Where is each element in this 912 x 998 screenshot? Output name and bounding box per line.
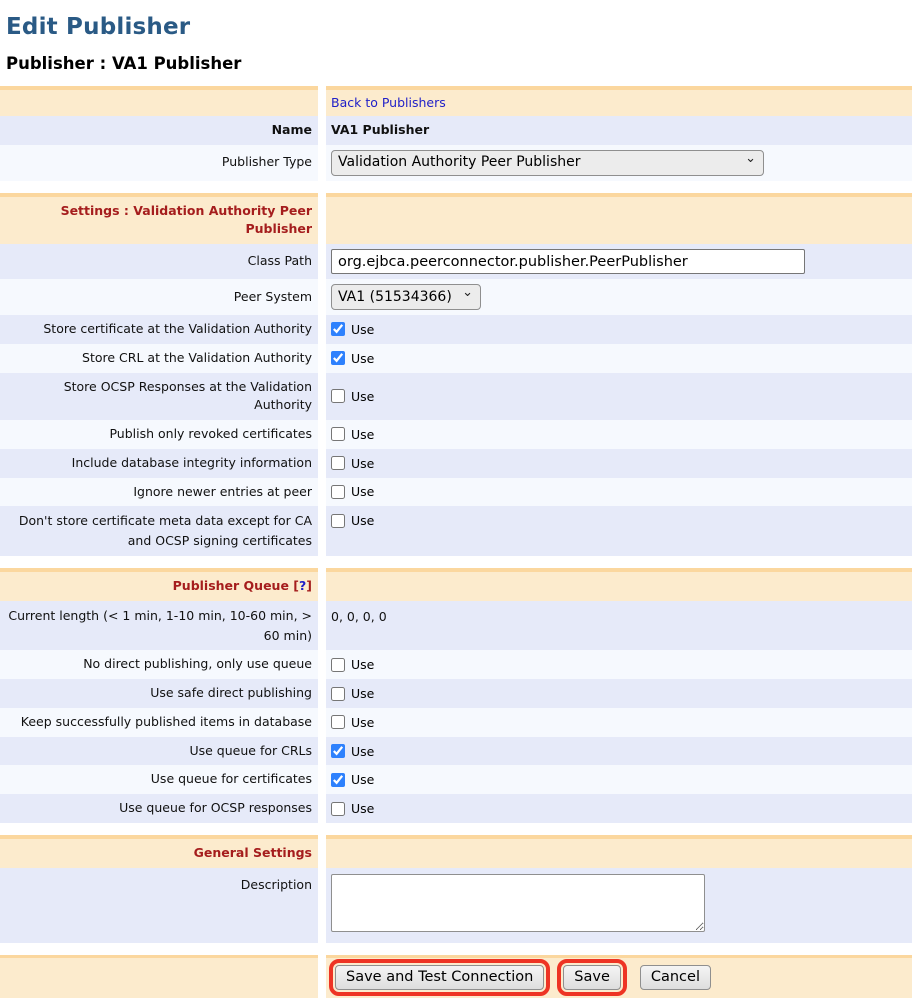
class-path-label: Class Path: [248, 252, 312, 271]
ignore-newer-label: Ignore newer entries at peer: [133, 483, 312, 502]
queue-crls-row: Use queue for CRLs Use: [0, 737, 912, 766]
store-ocsp-checkbox[interactable]: [331, 389, 345, 403]
keep-published-label: Keep successfully published items in dat…: [21, 713, 312, 732]
store-crl-row: Store CRL at the Validation Authority Us…: [0, 344, 912, 373]
section-general: General Settings Description: [0, 835, 912, 943]
store-certificate-checkbox-label[interactable]: Use: [331, 322, 374, 337]
store-ocsp-checkbox-label[interactable]: Use: [331, 389, 374, 404]
settings-header-row: Settings : Validation Authority Peer Pub…: [0, 193, 912, 244]
queue-certificates-row: Use queue for certificates Use: [0, 765, 912, 794]
keep-published-checkbox-label[interactable]: Use: [331, 715, 374, 730]
description-textarea[interactable]: [331, 874, 705, 932]
no-direct-publishing-label: No direct publishing, only use queue: [83, 655, 312, 674]
db-integrity-checkbox-label[interactable]: Use: [331, 456, 374, 471]
queue-heading: Publisher Queue: [173, 578, 289, 593]
save-and-test-connection-button[interactable]: Save and Test Connection: [335, 965, 544, 990]
store-certificate-row: Store certificate at the Validation Auth…: [0, 315, 912, 344]
queue-certificates-checkbox-label[interactable]: Use: [331, 772, 374, 787]
page-subtitle: Publisher : VA1 Publisher: [6, 54, 912, 73]
no-meta-data-label: Don't store certificate meta data except…: [19, 513, 312, 548]
settings-heading: Settings : Validation Authority Peer Pub…: [61, 203, 312, 236]
peer-system-select[interactable]: VA1 (51534366): [331, 284, 481, 310]
keep-published-row: Keep successfully published items in dat…: [0, 708, 912, 737]
current-length-value: 0, 0, 0, 0: [331, 609, 387, 624]
ignore-newer-row: Ignore newer entries at peer Use: [0, 478, 912, 507]
name-row: Name VA1 Publisher: [0, 116, 912, 145]
description-label: Description: [241, 877, 312, 892]
publisher-type-select[interactable]: Validation Authority Peer Publisher: [331, 150, 764, 176]
publisher-type-row: Publisher Type Validation Authority Peer…: [0, 145, 912, 181]
no-direct-publishing-checkbox[interactable]: [331, 658, 345, 672]
queue-certificates-label: Use queue for certificates: [151, 770, 312, 789]
edit-publisher-page: Edit Publisher Publisher : VA1 Publisher…: [0, 14, 912, 998]
publisher-type-select-wrap: Validation Authority Peer Publisher: [331, 150, 764, 176]
queue-ocsp-checkbox[interactable]: [331, 802, 345, 816]
safe-direct-publishing-row: Use safe direct publishing Use: [0, 679, 912, 708]
no-direct-publishing-row: No direct publishing, only use queue Use: [0, 650, 912, 679]
queue-crls-label: Use queue for CRLs: [189, 742, 312, 761]
no-direct-publishing-checkbox-label[interactable]: Use: [331, 657, 374, 672]
safe-direct-publishing-label: Use safe direct publishing: [150, 684, 312, 703]
ignore-newer-checkbox-label[interactable]: Use: [331, 484, 374, 499]
peer-system-row: Peer System VA1 (51534366): [0, 279, 912, 315]
publish-revoked-label: Publish only revoked certificates: [109, 425, 312, 444]
top-header-row: Back to Publishers: [0, 86, 912, 116]
queue-ocsp-checkbox-label[interactable]: Use: [331, 801, 374, 816]
db-integrity-checkbox[interactable]: [331, 456, 345, 470]
store-ocsp-row: Store OCSP Responses at the Validation A…: [0, 373, 912, 421]
ignore-newer-checkbox[interactable]: [331, 485, 345, 499]
queue-certificates-checkbox[interactable]: [331, 773, 345, 787]
store-crl-checkbox[interactable]: [331, 351, 345, 365]
no-meta-data-checkbox[interactable]: [331, 514, 345, 528]
publisher-type-label: Publisher Type: [222, 153, 312, 172]
name-value: VA1 Publisher: [331, 121, 429, 140]
peer-system-label: Peer System: [234, 288, 312, 307]
safe-direct-publishing-checkbox-label[interactable]: Use: [331, 686, 374, 701]
current-length-label: Current length (< 1 min, 1-10 min, 10-60…: [8, 608, 312, 643]
store-certificate-checkbox[interactable]: [331, 322, 345, 336]
footer-row: Save and Test Connection Save Cancel: [0, 955, 912, 998]
back-to-publishers-link[interactable]: Back to Publishers: [331, 95, 446, 110]
publish-revoked-checkbox-label[interactable]: Use: [331, 427, 374, 442]
store-crl-checkbox-label[interactable]: Use: [331, 351, 374, 366]
page-title: Edit Publisher: [6, 14, 912, 40]
current-length-row: Current length (< 1 min, 1-10 min, 10-60…: [0, 601, 912, 651]
queue-ocsp-row: Use queue for OCSP responses Use: [0, 794, 912, 823]
section-top: Back to Publishers Name VA1 Publisher Pu…: [0, 86, 912, 181]
no-meta-data-checkbox-label[interactable]: Use: [331, 513, 374, 528]
db-integrity-label: Include database integrity information: [72, 454, 312, 473]
name-label: Name: [272, 121, 312, 140]
peer-system-select-wrap: VA1 (51534366): [331, 284, 481, 310]
general-header-row: General Settings: [0, 835, 912, 868]
section-queue: Publisher Queue [?] Current length (< 1 …: [0, 568, 912, 823]
description-row: Description: [0, 868, 912, 943]
cancel-button[interactable]: Cancel: [640, 965, 711, 990]
store-ocsp-label: Store OCSP Responses at the Validation A…: [6, 378, 312, 416]
section-settings: Settings : Validation Authority Peer Pub…: [0, 193, 912, 556]
db-integrity-row: Include database integrity information U…: [0, 449, 912, 478]
general-heading: General Settings: [194, 845, 312, 860]
keep-published-checkbox[interactable]: [331, 715, 345, 729]
publish-revoked-checkbox[interactable]: [331, 427, 345, 441]
class-path-row: Class Path: [0, 244, 912, 279]
save-button[interactable]: Save: [563, 965, 621, 990]
section-footer: Save and Test Connection Save Cancel: [0, 955, 912, 998]
queue-ocsp-label: Use queue for OCSP responses: [119, 799, 312, 818]
store-crl-label: Store CRL at the Validation Authority: [82, 349, 312, 368]
queue-header-row: Publisher Queue [?]: [0, 568, 912, 601]
publish-revoked-row: Publish only revoked certificates Use: [0, 420, 912, 449]
queue-crls-checkbox-label[interactable]: Use: [331, 744, 374, 759]
safe-direct-publishing-checkbox[interactable]: [331, 687, 345, 701]
no-meta-data-row: Don't store certificate meta data except…: [0, 506, 912, 556]
store-certificate-label: Store certificate at the Validation Auth…: [43, 320, 312, 339]
class-path-input[interactable]: [331, 249, 805, 274]
queue-crls-checkbox[interactable]: [331, 744, 345, 758]
